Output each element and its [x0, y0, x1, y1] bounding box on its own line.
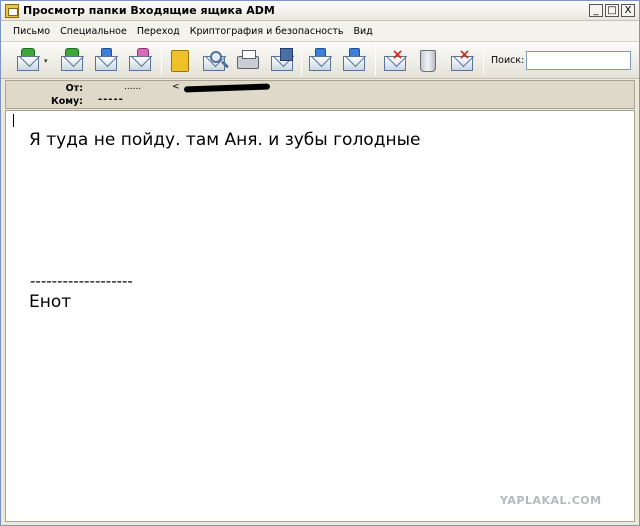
envelope-icon — [95, 56, 117, 71]
delete-permanently-button[interactable]: × — [449, 48, 475, 74]
signature: Енот — [29, 292, 72, 312]
envelope-icon — [309, 56, 331, 71]
delete-message-button[interactable]: × — [382, 48, 408, 74]
window-controls: _ □ X — [589, 4, 635, 17]
envelope-icon — [17, 56, 39, 71]
trash-button[interactable] — [415, 48, 441, 74]
save-button[interactable] — [269, 48, 295, 74]
reply-button[interactable] — [93, 48, 119, 74]
maximize-button[interactable]: □ — [605, 4, 619, 17]
from-value[interactable]: ...... — [124, 82, 141, 92]
delete-permanently-icon: × — [458, 47, 471, 63]
print-icon — [237, 50, 259, 69]
to-label: Кому: — [50, 96, 83, 107]
minimize-button[interactable]: _ — [589, 4, 603, 17]
receive-mail-button[interactable] — [15, 48, 41, 74]
signature-separator: ------------------- — [30, 272, 133, 290]
next-message-button[interactable] — [341, 48, 367, 74]
from-label: От: — [65, 83, 83, 94]
reply-all-button[interactable] — [59, 48, 85, 74]
message-text: Я туда не пойду. там Аня. и зубы голодны… — [29, 130, 421, 150]
previous-message-button[interactable] — [307, 48, 333, 74]
toolbar-separator — [301, 46, 302, 76]
title-bar[interactable]: Просмотр папки Входящие ящика ADM _ □ X — [1, 1, 639, 21]
window-title: Просмотр папки Входящие ящика ADM — [23, 4, 275, 17]
menu-special[interactable]: Специальное — [60, 26, 127, 37]
to-value[interactable]: ----- — [98, 94, 124, 105]
toolbar-separator — [375, 46, 376, 76]
search-label: Поиск: — [491, 55, 525, 66]
save-icon — [280, 48, 293, 61]
site-watermark: YAPLAKAL.COM — [500, 494, 602, 507]
menu-view[interactable]: Вид — [353, 26, 372, 37]
trash-icon — [420, 50, 436, 72]
menu-go[interactable]: Переход — [137, 26, 180, 37]
close-button[interactable]: X — [621, 4, 635, 17]
message-header-pane: От: ...... < Кому: ----- — [5, 80, 635, 109]
menu-crypto[interactable]: Криптография и безопасность — [190, 26, 344, 37]
text-cursor — [13, 114, 14, 127]
print-button[interactable] — [235, 48, 261, 74]
address-book-icon — [171, 50, 189, 72]
toolbar-separator — [161, 46, 162, 76]
envelope-icon — [343, 56, 365, 71]
find-icon — [210, 51, 222, 63]
receive-dropdown-arrow[interactable]: ▾ — [44, 58, 51, 65]
forward-button[interactable] — [127, 48, 153, 74]
mail-app-icon — [5, 3, 19, 18]
address-book-button[interactable] — [167, 48, 193, 74]
search-input[interactable] — [526, 51, 631, 70]
find-button[interactable] — [201, 48, 227, 74]
toolbar: ▾ × × Поиск: — [1, 41, 639, 79]
redaction-mark — [183, 83, 271, 93]
menu-bar: Письмо Специальное Переход Криптография … — [1, 21, 639, 41]
from-email[interactable]: < — [172, 82, 180, 92]
menu-letter[interactable]: Письмо — [13, 26, 50, 37]
delete-message-icon: × — [391, 47, 404, 63]
envelope-icon — [61, 56, 83, 71]
envelope-icon — [129, 56, 151, 71]
mail-viewer-window: Просмотр папки Входящие ящика ADM _ □ X … — [0, 0, 640, 526]
message-body[interactable]: Я туда не пойду. там Аня. и зубы голодны… — [5, 110, 635, 522]
toolbar-separator — [483, 46, 484, 76]
